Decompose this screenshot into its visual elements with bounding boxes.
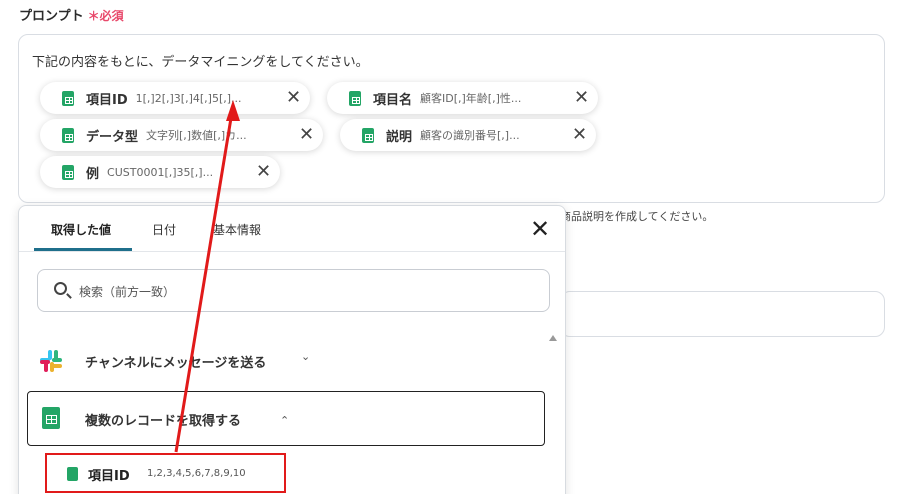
chip-value: 顧客の識別番号[,]... — [420, 129, 520, 142]
tab-basic-info[interactable]: 基本情報 — [213, 221, 261, 238]
slack-action-row[interactable]: チャンネルにメッセージを送る ⌄ — [39, 345, 539, 375]
chevron-up-icon[interactable]: ⌃ — [280, 414, 289, 427]
chip-value: 1[,]2[,]3[,]4[,]5[,]... — [135, 91, 242, 105]
get-records-row[interactable]: 複数のレコードを取得する ⌃ — [27, 391, 545, 446]
variable-chip-description[interactable]: 説明 顧客の識別番号[,]... ✕ — [340, 119, 596, 151]
tab-date[interactable]: 日付 — [152, 221, 176, 238]
prompt-label-text: プロンプト — [19, 9, 84, 24]
sheets-icon — [62, 164, 74, 180]
value-picker-popup: 取得した値 日付 基本情報 ✕ 検索（前方一致） チャンネルにメッセージを送る … — [18, 205, 566, 494]
sheets-icon — [349, 90, 361, 106]
chip-name: 例 — [86, 166, 100, 182]
required-badge: ＊必須 — [87, 9, 124, 23]
value-item-value: 1,2,3,4,5,6,7,8,9,10 — [147, 468, 246, 479]
sheets-icon — [62, 90, 74, 106]
scroll-up-arrow-icon[interactable] — [549, 335, 557, 341]
value-item-row[interactable]: 項目ID 1,2,3,4,5,6,7,8,9,10 — [45, 453, 286, 493]
prompt-label: プロンプト ＊必須 — [19, 5, 124, 24]
chip-value: 顧客ID[,]年齢[,]性... — [420, 92, 522, 105]
sheets-icon — [67, 467, 78, 481]
search-icon — [54, 282, 67, 295]
value-item-name: 項目ID — [88, 469, 130, 484]
text-field[interactable] — [560, 291, 885, 337]
close-icon[interactable]: ✕ — [527, 216, 553, 242]
chip-name: データ型 — [86, 129, 139, 145]
helper-text: 商品説明を作成してください。 — [560, 210, 714, 223]
variable-chip-item-id[interactable]: 項目ID 1[,]2[,]3[,]4[,]5[,]... ✕ — [40, 82, 310, 114]
chevron-down-icon[interactable]: ⌄ — [301, 350, 310, 363]
sheets-icon — [42, 407, 60, 429]
prompt-text[interactable]: 下記の内容をもとに、データマイニングをしてください。 — [32, 51, 369, 70]
chip-value: 文字列[,]数値[,]カ... — [146, 129, 247, 142]
sheets-icon — [62, 127, 74, 143]
popup-tabs: 取得した値 日付 基本情報 ✕ — [19, 206, 565, 252]
chip-remove-icon[interactable]: ✕ — [572, 126, 587, 144]
tab-retrieved-values[interactable]: 取得した値 — [51, 221, 111, 238]
chip-value: CUST0001[,]35[,]... — [107, 165, 214, 179]
sheets-icon — [362, 127, 374, 143]
chip-name: 項目名 — [373, 92, 413, 108]
chip-remove-icon[interactable]: ✕ — [286, 89, 301, 107]
chip-remove-icon[interactable]: ✕ — [574, 89, 589, 107]
search-placeholder: 検索（前方一致） — [79, 285, 176, 299]
variable-chip-data-type[interactable]: データ型 文字列[,]数値[,]カ... ✕ — [40, 119, 323, 151]
chip-name: 項目ID — [86, 92, 128, 108]
variable-chip-example[interactable]: 例 CUST0001[,]35[,]... ✕ — [40, 156, 280, 188]
slack-icon — [40, 350, 62, 372]
get-records-label: 複数のレコードを取得する — [85, 414, 242, 429]
chip-name: 説明 — [386, 129, 413, 145]
chip-remove-icon[interactable]: ✕ — [299, 126, 314, 144]
search-input[interactable]: 検索（前方一致） — [37, 269, 550, 312]
variable-chip-item-name[interactable]: 項目名 顧客ID[,]年齢[,]性... ✕ — [327, 82, 598, 114]
active-tab-indicator — [34, 248, 132, 251]
chip-remove-icon[interactable]: ✕ — [256, 163, 271, 181]
slack-action-label: チャンネルにメッセージを送る — [85, 356, 267, 371]
